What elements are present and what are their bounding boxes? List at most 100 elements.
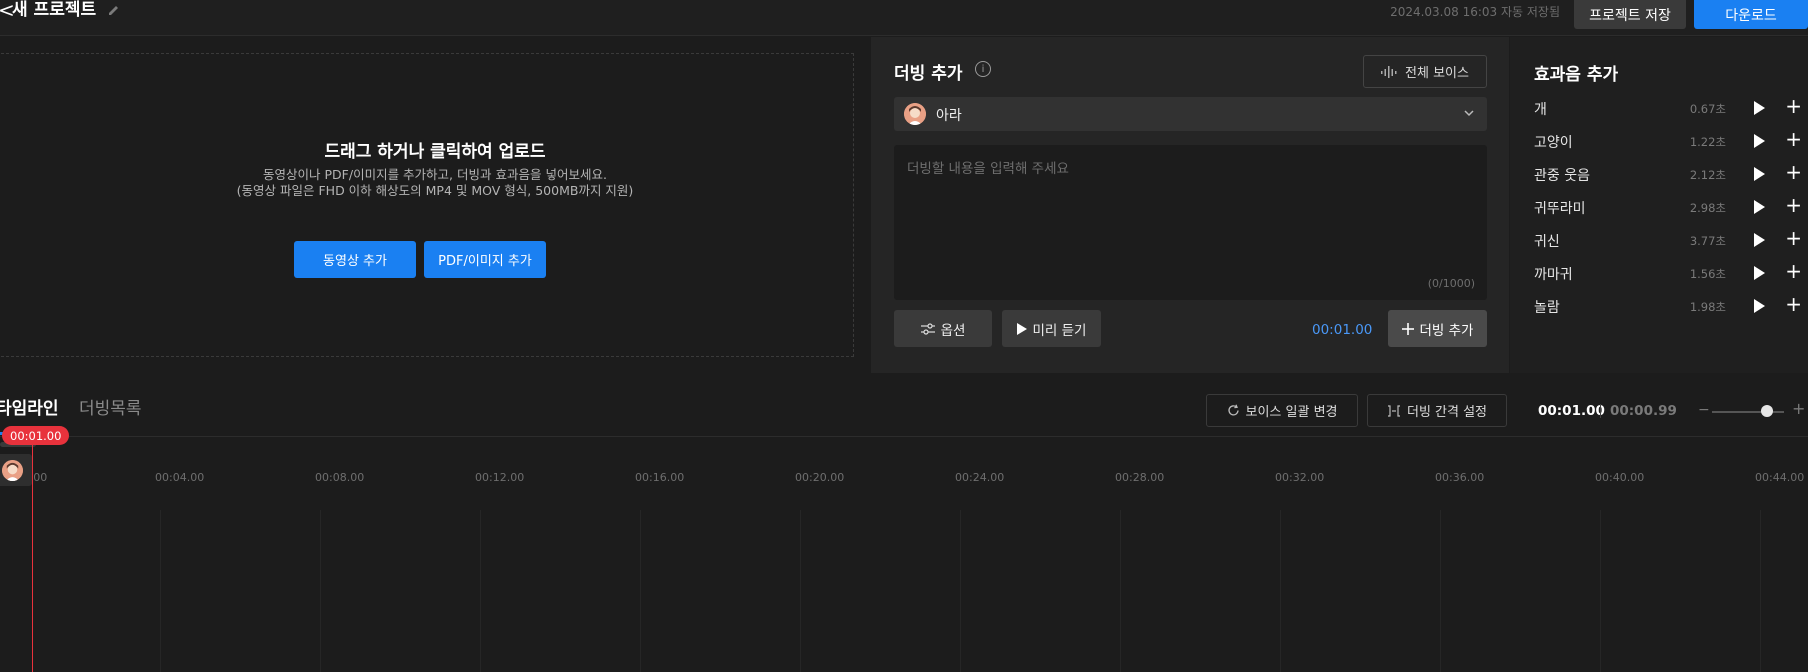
time-tick-label: 00:44.00 — [1755, 471, 1805, 484]
time-tick-label: 00:36.00 — [1435, 471, 1485, 484]
plus-icon[interactable]: + — [1785, 227, 1802, 249]
playhead-line[interactable] — [32, 444, 33, 672]
dubbing-interval-button[interactable]: 더빙 간격 설정 — [1367, 394, 1507, 427]
time-tick-label: 00:12.00 — [475, 471, 525, 484]
time-tick-label: 00:08.00 — [315, 471, 365, 484]
dubbing-title: 더빙 추가 — [894, 64, 963, 84]
sound-effect-item[interactable]: 귀신 3.77초 + — [1534, 227, 1808, 251]
avatar — [2, 460, 23, 481]
play-icon[interactable] — [1754, 101, 1765, 115]
options-button[interactable]: 옵션 — [894, 310, 992, 347]
timeline-toolbar: 타임라인 더빙목록 보이스 일괄 변경 더빙 간격 설정 00:01.00 00… — [0, 374, 1808, 437]
time-ruler: 00:00.0000:04.0000:08.0000:12.0000:16.00… — [0, 471, 1808, 491]
sound-effects-title: 효과음 추가 — [1534, 65, 1619, 85]
playhead-time-badge[interactable]: 00:01.00 — [2, 426, 70, 445]
timeline-grid-line — [160, 510, 161, 672]
add-dubbing-button[interactable]: 더빙 추가 — [1388, 310, 1487, 347]
dubbing-clip[interactable] — [0, 454, 32, 486]
dubbing-time: 00:01.00 — [1312, 322, 1373, 338]
preview-label: 미리 듣기 — [1032, 322, 1087, 339]
time-tick-label: 00:32.00 — [1275, 471, 1325, 484]
add-video-button[interactable]: 동영상 추가 — [294, 241, 416, 278]
plus-icon[interactable]: + — [1785, 194, 1802, 216]
upload-area[interactable]: 드래그 하거나 클릭하여 업로드 동영상이나 PDF/이미지를 추가하고, 더빙… — [0, 37, 870, 373]
refresh-icon — [1227, 404, 1239, 416]
play-icon[interactable] — [1754, 233, 1765, 247]
sound-effect-name: 개 — [1534, 102, 1547, 118]
sound-effect-duration: 0.67초 — [1689, 102, 1726, 116]
plus-icon — [1401, 322, 1414, 335]
zoom-slider[interactable] — [1712, 411, 1784, 413]
zoom-slider-handle[interactable] — [1760, 405, 1773, 417]
timeline-grid-line — [960, 510, 961, 672]
sound-effect-item[interactable]: 관중 웃음 2.12초 + — [1534, 161, 1808, 185]
sound-effect-name: 귀뚜라미 — [1534, 201, 1586, 217]
time-tick-label: 00:28.00 — [1115, 471, 1165, 484]
time-tick-label: 00:16.00 — [635, 471, 685, 484]
plus-icon[interactable]: + — [1785, 95, 1802, 117]
save-project-button[interactable]: 프로젝트 저장 — [1574, 0, 1686, 29]
zoom-out-button[interactable]: − — [1698, 402, 1710, 418]
add-pdf-image-button[interactable]: PDF/이미지 추가 — [424, 241, 546, 278]
play-icon[interactable] — [1754, 299, 1765, 313]
time-tick-label: 00:40.00 — [1595, 471, 1645, 484]
sound-effect-item[interactable]: 개 0.67초 + — [1534, 95, 1808, 119]
timeline-grid-line — [1120, 510, 1121, 672]
sound-effect-name: 까마귀 — [1534, 267, 1573, 283]
play-icon[interactable] — [1754, 167, 1765, 181]
sound-effect-name: 귀신 — [1534, 234, 1560, 250]
project-title[interactable]: 새 프로젝트 — [12, 0, 96, 20]
sound-effect-item[interactable]: 귀뚜라미 2.98초 + — [1534, 194, 1808, 218]
timeline-grid-line — [800, 510, 801, 672]
play-icon[interactable] — [1754, 134, 1765, 148]
sliders-icon — [920, 322, 935, 335]
play-icon[interactable] — [1754, 200, 1765, 214]
current-time: 00:01.00 — [1538, 403, 1605, 419]
upload-dropzone[interactable] — [0, 53, 854, 357]
sound-effect-name: 관중 웃음 — [1534, 168, 1590, 184]
batch-voice-change-button[interactable]: 보이스 일괄 변경 — [1206, 394, 1358, 427]
voice-select[interactable]: 아라 — [894, 97, 1487, 131]
sound-effects-panel: 효과음 추가 개 0.67초 + 고양이 1.22초 + 관중 웃음 2.12초 + 귀뚜라미 2.… — [1510, 37, 1808, 373]
pencil-icon[interactable] — [107, 3, 120, 16]
waveform-icon — [1381, 65, 1397, 78]
voice-name: 아라 — [936, 108, 962, 124]
char-count: (0/1000) — [1427, 277, 1475, 290]
zoom-in-button[interactable]: + — [1792, 399, 1805, 418]
sound-effect-item[interactable]: 까마귀 1.56초 + — [1534, 260, 1808, 284]
interval-icon — [1387, 404, 1400, 417]
download-button[interactable]: 다운로드 — [1694, 0, 1808, 29]
dubbing-panel: 더빙 추가 i 전체 보이스 아라 더빙할 내용을 입력해 주세요 (0/100… — [871, 37, 1509, 373]
preview-button[interactable]: 미리 듣기 — [1002, 310, 1101, 347]
info-icon[interactable]: i — [975, 61, 991, 77]
tab-timeline[interactable]: 타임라인 — [0, 394, 59, 419]
add-dubbing-label: 더빙 추가 — [1419, 322, 1474, 339]
all-voices-label: 전체 보이스 — [1405, 66, 1469, 81]
timeline-grid-line — [640, 510, 641, 672]
plus-icon[interactable]: + — [1785, 293, 1802, 315]
plus-icon[interactable]: + — [1785, 161, 1802, 183]
autosave-status: 2024.03.08 16:03 자동 저장됨 — [1390, 5, 1560, 19]
sound-effect-duration: 1.56초 — [1689, 267, 1726, 281]
timeline-grid-line — [1440, 510, 1441, 672]
dubbing-text-placeholder: 더빙할 내용을 입력해 주세요 — [907, 161, 1069, 177]
timeline-grid-line — [320, 510, 321, 672]
batch-voice-change-label: 보이스 일괄 변경 — [1245, 405, 1338, 420]
sound-effect-duration: 2.12초 — [1689, 168, 1726, 182]
timeline-grid-line — [1600, 510, 1601, 672]
sound-effect-item[interactable]: 고양이 1.22초 + — [1534, 128, 1808, 152]
dubbing-interval-label: 더빙 간격 설정 — [1406, 405, 1488, 420]
sound-effect-name: 고양이 — [1534, 135, 1573, 151]
play-icon[interactable] — [1754, 266, 1765, 280]
time-divider — [1600, 404, 1601, 418]
sound-effect-item[interactable]: 놀람 1.98초 + — [1534, 293, 1808, 317]
tab-dubbing-list[interactable]: 더빙목록 — [79, 394, 142, 419]
plus-icon[interactable]: + — [1785, 128, 1802, 150]
timeline-grid-line — [1280, 510, 1281, 672]
upload-title: 드래그 하거나 클릭하여 업로드 — [324, 142, 546, 162]
dubbing-text-input[interactable]: 더빙할 내용을 입력해 주세요 (0/1000) — [894, 145, 1487, 300]
plus-icon[interactable]: + — [1785, 260, 1802, 282]
total-time: 00:00.99 — [1610, 403, 1677, 419]
all-voices-button[interactable]: 전체 보이스 — [1363, 55, 1487, 88]
sound-effect-duration: 1.22초 — [1689, 135, 1726, 149]
